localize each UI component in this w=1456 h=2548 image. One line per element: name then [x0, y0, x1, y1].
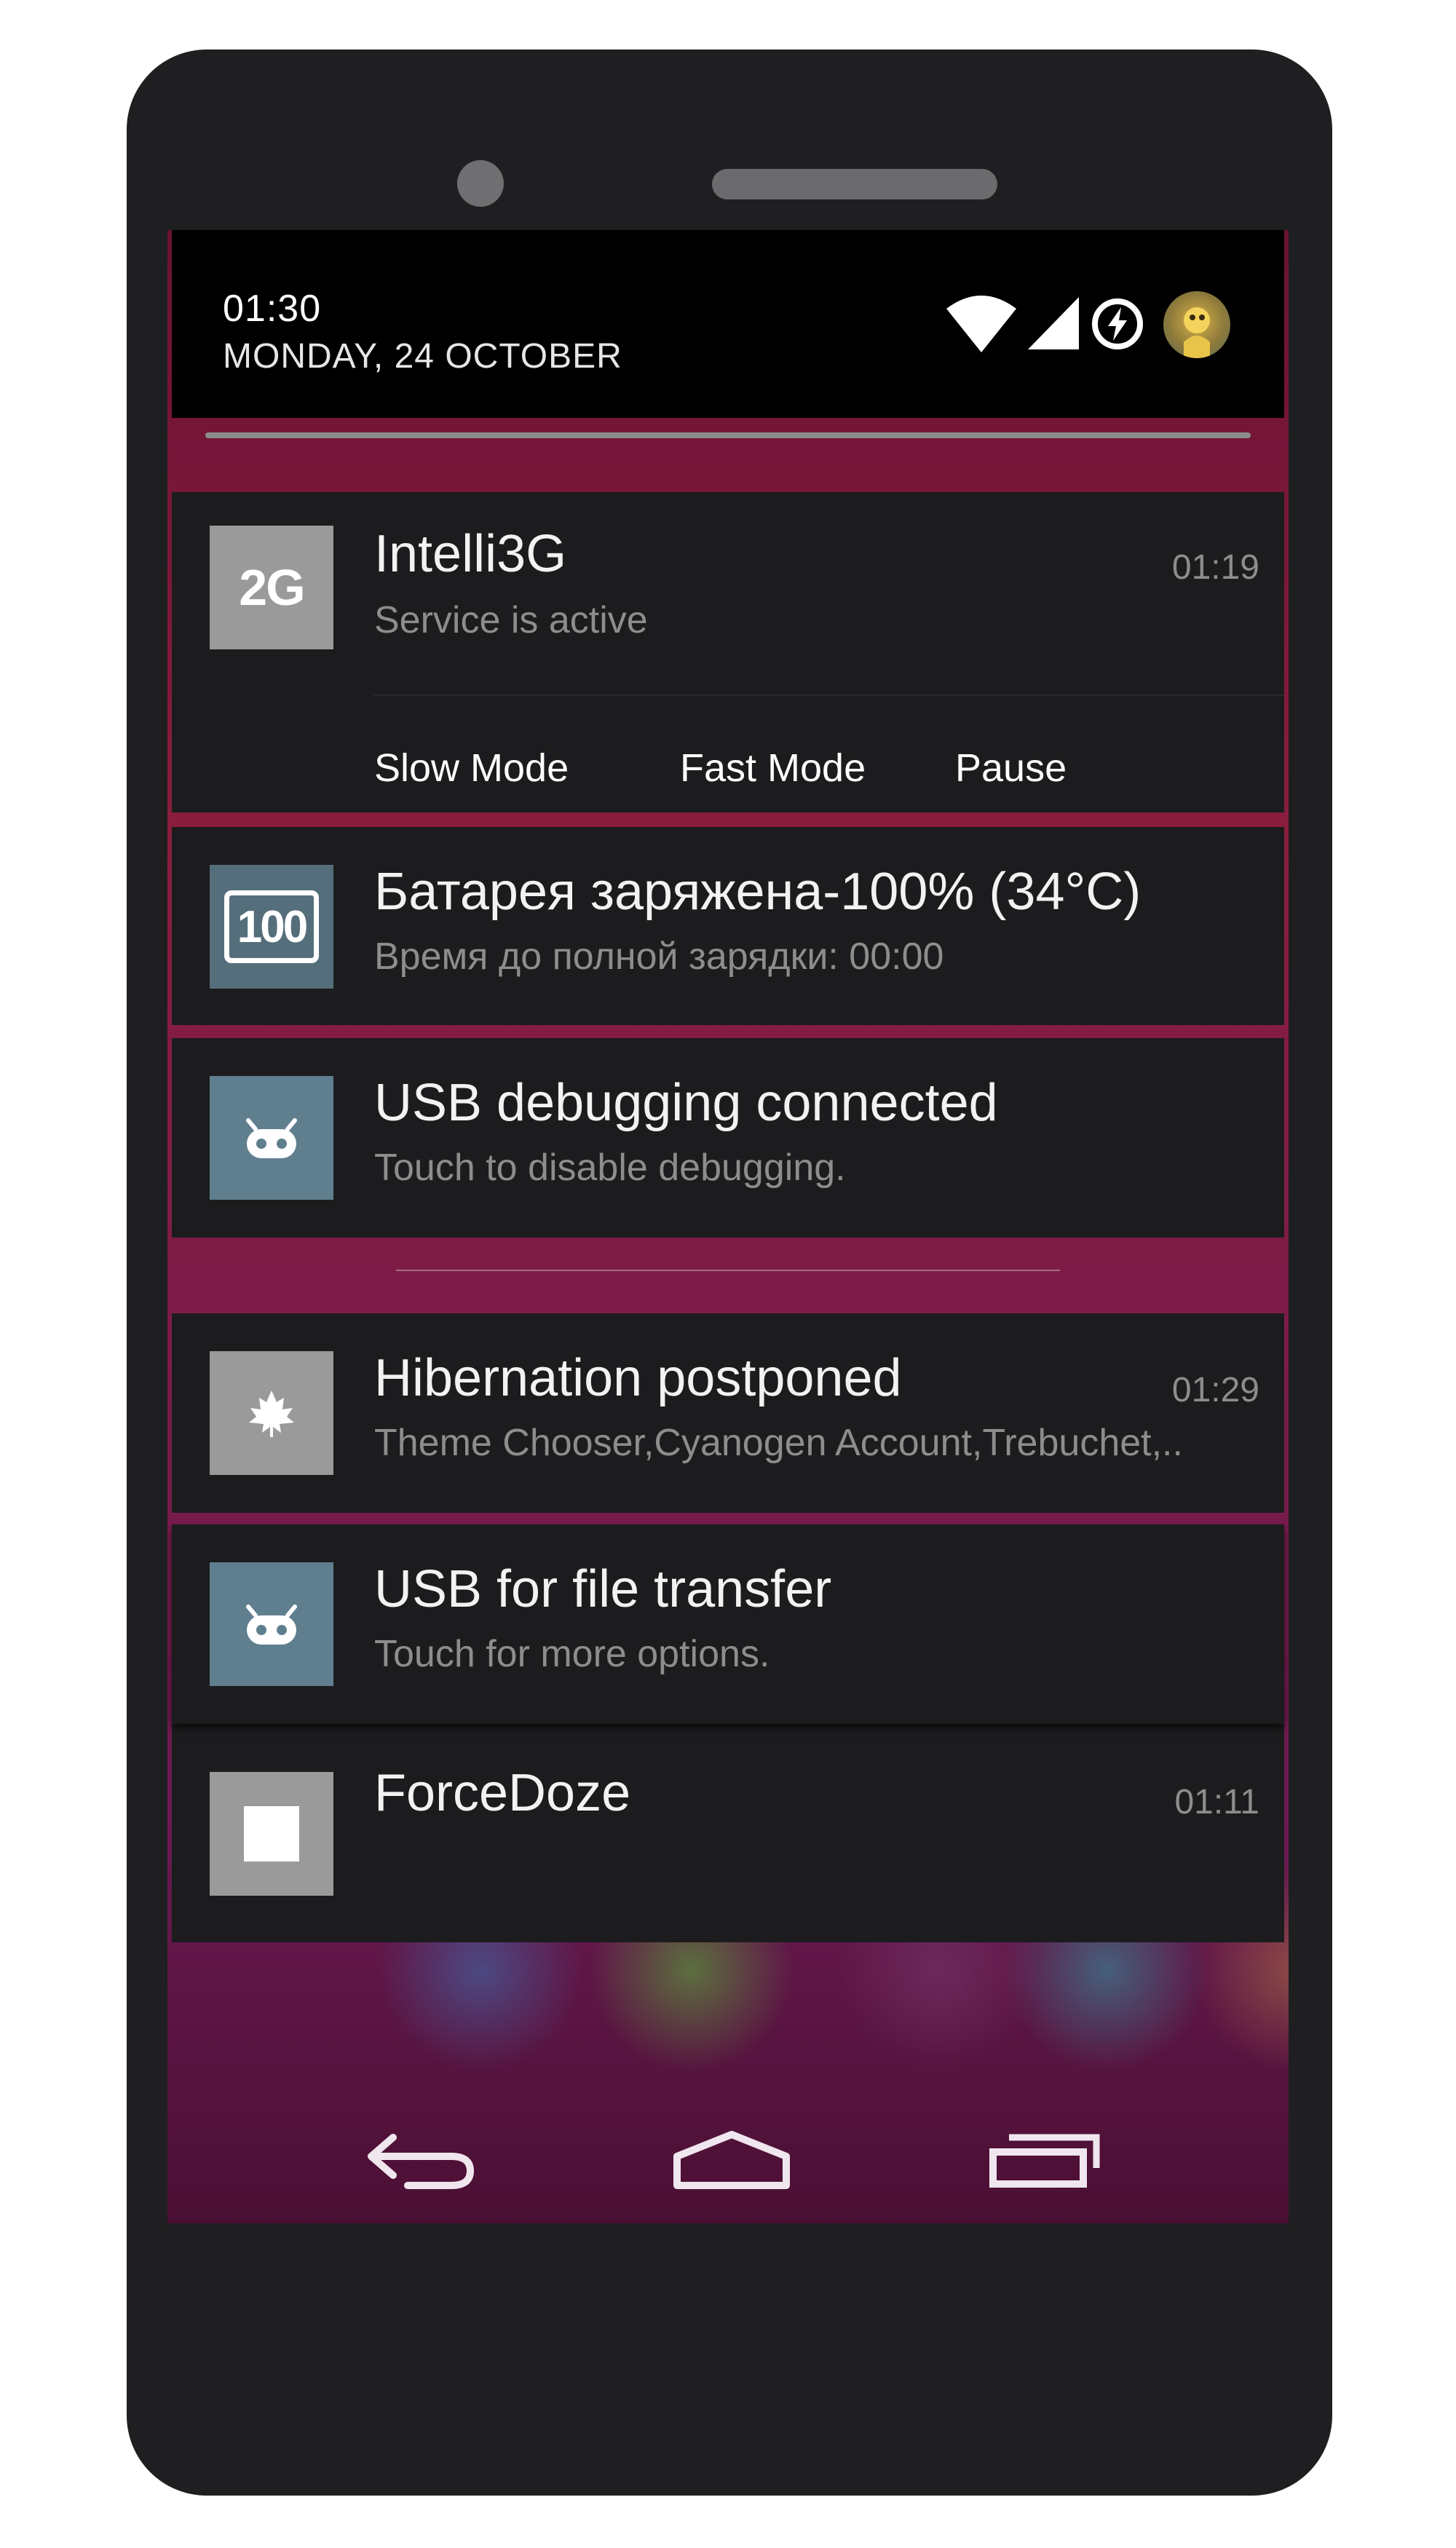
maple-leaf-icon [210, 1351, 333, 1475]
wifi-icon[interactable] [946, 296, 1016, 352]
battery-charging-icon[interactable] [1091, 297, 1144, 351]
signal-icon[interactable] [1028, 297, 1079, 349]
cyanogen-icon [210, 1076, 333, 1200]
notification-forcedoze[interactable]: ForceDoze 01:11 [172, 1721, 1284, 1942]
notification-title: USB for file transfer [374, 1560, 832, 1618]
status-header: 01:30 MONDAY, 24 OCTOBER [172, 230, 1284, 418]
phone-frame: 01:30 MONDAY, 24 OCTOBER 2G Intelli3G 01… [127, 50, 1332, 2496]
slow-mode-button[interactable]: Slow Mode [374, 745, 569, 791]
cyanogen-bot-icon [246, 1118, 297, 1158]
notification-text: Service is active [374, 599, 648, 641]
notification-text: Время до полной зарядки: 00:00 [374, 935, 944, 978]
intelli3g-app-icon: 2G [210, 526, 333, 649]
battery-100-icon: 100 [224, 890, 319, 963]
notification-title: USB debugging connected [374, 1074, 998, 1132]
fast-mode-button[interactable]: Fast Mode [680, 745, 866, 791]
notification-title: Батарея заряжена-100% (34°C) [374, 863, 1142, 921]
pause-button[interactable]: Pause [955, 745, 1067, 791]
avatar[interactable] [1163, 291, 1230, 358]
front-camera [457, 160, 504, 207]
battery-app-icon: 100 [210, 865, 333, 989]
notification-text: Theme Chooser,Cyanogen Account,Trebuchet… [374, 1422, 1183, 1464]
notification-usb-debugging[interactable]: USB debugging connected Touch to disable… [172, 1038, 1284, 1238]
notification-time: 01:29 [1171, 1371, 1259, 1409]
notification-text: Touch to disable debugging. [374, 1147, 846, 1189]
actions-divider [374, 695, 1284, 696]
notification-intelli3g[interactable]: 2G Intelli3G 01:19 Service is active Slo… [172, 492, 1284, 812]
earpiece-speaker [712, 169, 997, 199]
notification-shade[interactable]: 01:30 MONDAY, 24 OCTOBER 2G Intelli3G 01… [167, 230, 1289, 2223]
notification-time: 01:11 [1174, 1783, 1259, 1821]
navigation-bar [167, 2094, 1289, 2223]
notification-battery[interactable]: 100 Батарея заряжена-100% (34°C) Время д… [172, 827, 1284, 1025]
square-icon [210, 1772, 333, 1896]
notification-title: Intelli3G [374, 525, 567, 583]
date[interactable]: MONDAY, 24 OCTOBER [223, 336, 622, 376]
cyanogen-icon [210, 1562, 333, 1686]
icon-label-100: 100 [237, 901, 308, 952]
notification-title: ForceDoze [374, 1764, 631, 1822]
back-icon[interactable] [364, 2123, 480, 2196]
notification-text: Touch for more options. [374, 1633, 770, 1675]
home-icon[interactable] [670, 2123, 794, 2196]
recents-icon[interactable] [987, 2123, 1104, 2196]
drag-handle[interactable] [205, 432, 1251, 438]
priority-divider [396, 1270, 1060, 1271]
avatar-image [1184, 307, 1210, 358]
notification-time: 01:19 [1171, 548, 1259, 587]
notification-usb-file-transfer[interactable]: USB for file transfer Touch for more opt… [172, 1524, 1284, 1724]
notification-title: Hibernation postponed [374, 1349, 902, 1407]
cyanogen-bot-icon [246, 1605, 297, 1645]
notification-hibernation[interactable]: Hibernation postponed 01:29 Theme Choose… [172, 1313, 1284, 1513]
clock[interactable]: 01:30 [223, 287, 321, 331]
leaf-glyph [249, 1390, 294, 1437]
square-glyph [244, 1806, 299, 1861]
icon-label-2g: 2G [239, 559, 305, 616]
